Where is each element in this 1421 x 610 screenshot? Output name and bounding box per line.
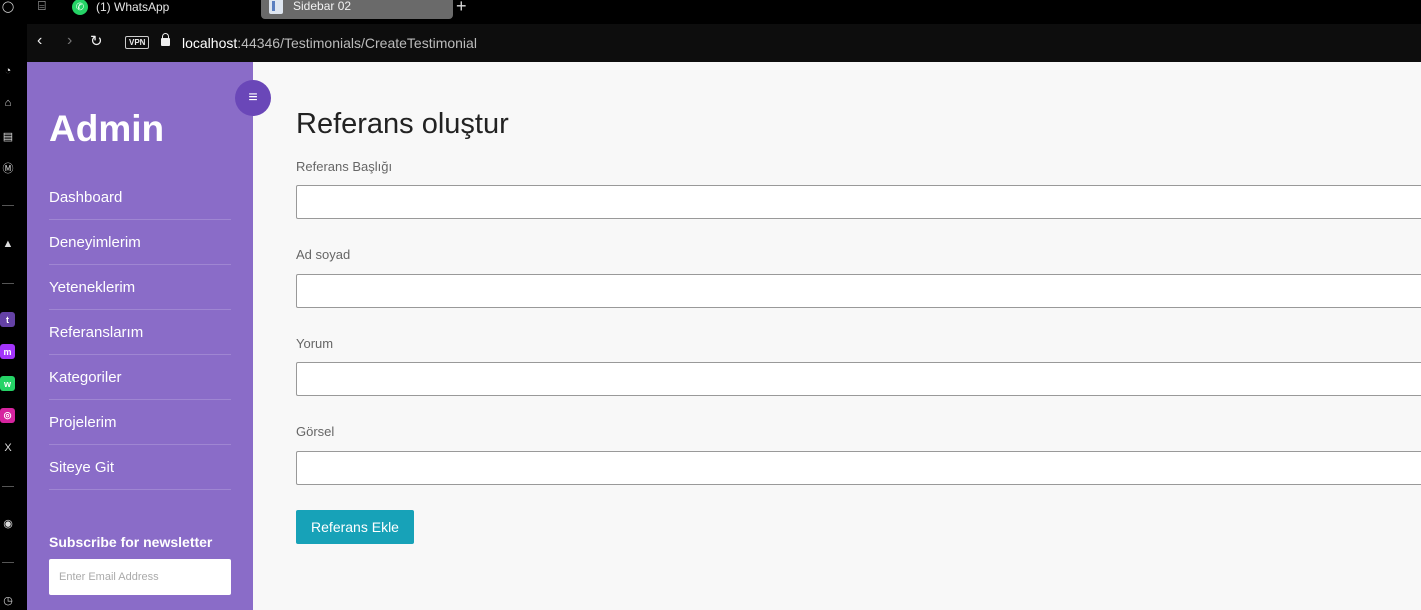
url-path: :44346/Testimonials/CreateTestimonial xyxy=(237,35,477,51)
opera-logo-icon[interactable]: ◯ xyxy=(0,0,16,14)
gamepad-icon[interactable]: ⌸ xyxy=(38,0,46,14)
whatsapp-icon[interactable]: w xyxy=(0,376,15,391)
tab-title: Sidebar 02 xyxy=(293,0,352,13)
sidebar-menu: Dashboard Deneyimlerim Yeteneklerim Refe… xyxy=(49,175,231,490)
tab-strip: ⌸ ✆ (1) WhatsApp Sidebar 02 + xyxy=(16,0,1421,24)
sidebar-brand[interactable]: Admin xyxy=(49,108,164,150)
page-favicon-icon xyxy=(269,0,283,14)
twitch-icon[interactable]: t xyxy=(0,312,15,327)
speed-dial-icon[interactable]: ◔ xyxy=(0,63,16,79)
forward-arrow-icon[interactable]: › xyxy=(67,32,72,50)
tab-sidebar-02[interactable]: Sidebar 02 xyxy=(261,0,453,19)
browser-sidebar-rail: ◯ ◔ ⌂ ▤ Ⓜ ▲ t m w ◎ X ◉ ◷ xyxy=(0,0,16,610)
page: Admin Dashboard Deneyimlerim Yetenekleri… xyxy=(27,62,1421,610)
page-title: Referans oluştur xyxy=(296,108,509,140)
sidebar-item-projelerim[interactable]: Projelerim xyxy=(49,400,231,445)
messenger-icon[interactable]: m xyxy=(0,344,15,359)
tab-whatsapp[interactable]: (1) WhatsApp xyxy=(96,0,169,14)
comment-input[interactable] xyxy=(296,362,1421,396)
image-url-input[interactable] xyxy=(296,451,1421,485)
x-twitter-icon[interactable]: X xyxy=(0,440,16,456)
address-bar: ‹ › ↻ VPN localhost:44346/Testimonials/C… xyxy=(27,24,1421,62)
maps-icon[interactable]: Ⓜ xyxy=(0,160,16,176)
shopping-icon[interactable]: ⌂ xyxy=(0,95,16,111)
reload-icon[interactable]: ↻ xyxy=(90,32,103,50)
sidebar-item-referanslarim[interactable]: Referanslarım xyxy=(49,310,231,355)
rail-divider xyxy=(2,283,14,284)
menu-icon: ≡ xyxy=(248,89,258,106)
rail-divider xyxy=(2,205,14,206)
testimonial-title-input[interactable] xyxy=(296,185,1421,219)
sidebar-item-deneyimlerim[interactable]: Deneyimlerim xyxy=(49,220,231,265)
field-label-comment: Yorum xyxy=(296,336,334,351)
field-label-name: Ad soyad xyxy=(296,247,351,262)
instagram-icon[interactable]: ◎ xyxy=(0,408,15,423)
lock-icon[interactable] xyxy=(161,33,170,46)
url-field[interactable]: localhost:44346/Testimonials/CreateTesti… xyxy=(182,35,477,51)
field-label-image: Görsel xyxy=(296,424,335,439)
full-name-input[interactable] xyxy=(296,274,1421,308)
sidebar-item-siteye-git[interactable]: Siteye Git xyxy=(49,445,231,490)
games-icon[interactable]: ▤ xyxy=(0,128,16,144)
vpn-badge[interactable]: VPN xyxy=(125,36,150,49)
sidebar-item-kategoriler[interactable]: Kategoriler xyxy=(49,355,231,400)
newsletter-title: Subscribe for newsletter xyxy=(49,534,213,550)
rail-divider xyxy=(2,562,14,563)
whatsapp-tab-icon[interactable]: ✆ xyxy=(72,0,88,15)
admin-sidebar: Admin Dashboard Deneyimlerim Yetenekleri… xyxy=(27,62,253,610)
back-arrow-icon[interactable]: ‹ xyxy=(37,32,42,50)
newsletter-email-input[interactable] xyxy=(49,559,231,595)
music-player-icon[interactable]: ◉ xyxy=(0,515,16,531)
add-testimonial-button[interactable]: Referans Ekle xyxy=(296,510,414,544)
sidebar-item-dashboard[interactable]: Dashboard xyxy=(49,175,231,220)
sidebar-item-yeteneklerim[interactable]: Yeteneklerim xyxy=(49,265,231,310)
rail-divider xyxy=(2,486,14,487)
new-tab-plus-icon[interactable]: + xyxy=(456,0,467,17)
aria-icon[interactable]: ▲ xyxy=(0,236,16,252)
url-host: localhost xyxy=(182,35,238,51)
field-label-title: Referans Başlığı xyxy=(296,159,393,174)
history-icon[interactable]: ◷ xyxy=(0,592,16,608)
sidebar-toggle-button[interactable]: ≡ xyxy=(235,80,271,116)
